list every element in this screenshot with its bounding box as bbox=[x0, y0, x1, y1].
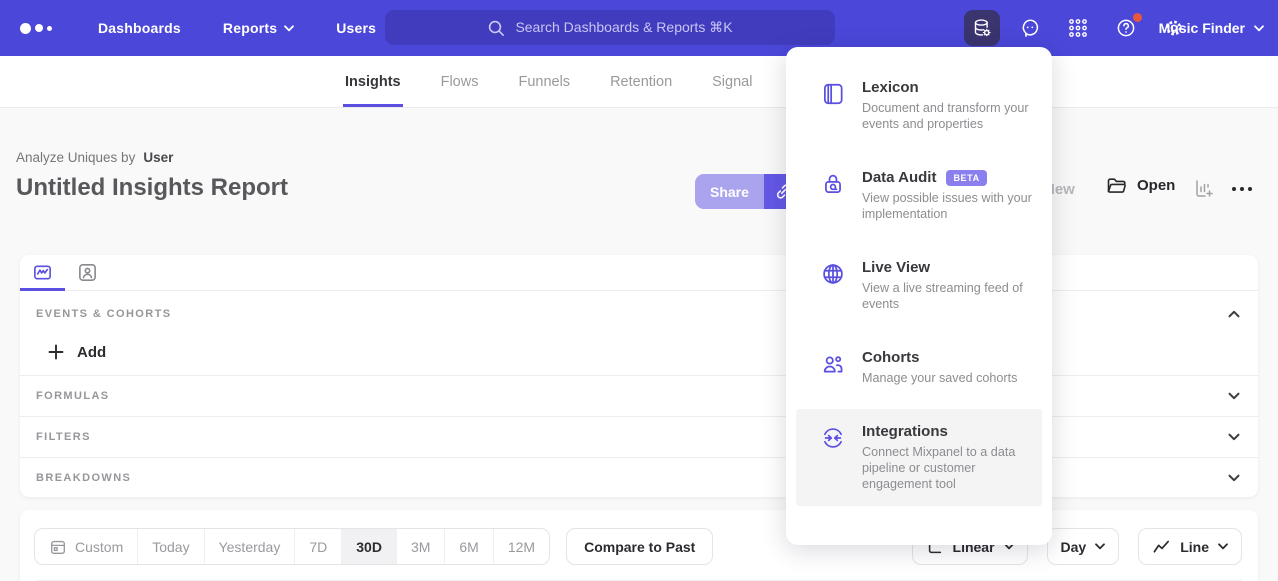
cohorts-people-icon bbox=[820, 349, 846, 386]
notification-dot bbox=[1133, 13, 1142, 22]
date-option-yesterday[interactable]: Yesterday bbox=[204, 529, 295, 564]
report-title[interactable]: Untitled Insights Report bbox=[16, 174, 288, 202]
chevron-down-icon bbox=[1228, 433, 1240, 441]
chart-add-icon bbox=[1194, 178, 1215, 199]
menu-item-text: Cohorts Manage your saved cohorts bbox=[862, 349, 1017, 386]
apps-grid-button[interactable] bbox=[1060, 10, 1096, 46]
date-range-segmented-control: Custom Today Yesterday 7D 30D 3M 6M 12M bbox=[34, 528, 550, 565]
chat-bubble-icon bbox=[1019, 17, 1041, 39]
menu-item-data-audit[interactable]: Data Audit BETA View possible issues wit… bbox=[796, 155, 1042, 236]
folder-icon bbox=[1106, 176, 1127, 195]
analyze-entity-selector[interactable]: User bbox=[143, 150, 173, 165]
section-formulas[interactable]: FORMULAS bbox=[20, 375, 1258, 416]
tab-retention[interactable]: Retention bbox=[610, 56, 672, 107]
globe-icon bbox=[820, 259, 846, 312]
beta-badge: BETA bbox=[946, 170, 986, 186]
menu-item-text: Data Audit BETA View possible issues wit… bbox=[862, 169, 1036, 222]
date-range-controls: Custom Today Yesterday 7D 30D 3M 6M 12M … bbox=[34, 528, 713, 565]
tab-events-view[interactable] bbox=[20, 255, 65, 290]
section-events-cohorts[interactable]: EVENTS & COHORTS bbox=[20, 299, 1258, 329]
chevron-down-icon bbox=[1218, 543, 1228, 550]
menu-item-text: Live View View a live streaming feed of … bbox=[862, 259, 1036, 312]
ellipsis-icon bbox=[1230, 185, 1254, 193]
menu-item-integrations[interactable]: Integrations Connect Mixpanel to a data … bbox=[796, 409, 1042, 506]
section-breakdowns[interactable]: BREAKDOWNS bbox=[20, 457, 1258, 498]
insights-chart-icon bbox=[32, 262, 53, 283]
calendar-icon bbox=[49, 538, 67, 556]
menu-item-cohorts[interactable]: Cohorts Manage your saved cohorts bbox=[796, 335, 1042, 400]
chevron-up-icon bbox=[1228, 310, 1240, 318]
tab-flows[interactable]: Flows bbox=[441, 56, 479, 107]
date-option-6m[interactable]: 6M bbox=[444, 529, 492, 564]
tab-users-view[interactable] bbox=[65, 255, 110, 290]
integrations-sync-icon bbox=[820, 423, 846, 492]
project-name: Music Finder bbox=[1159, 20, 1245, 36]
date-option-7d[interactable]: 7D bbox=[294, 529, 341, 564]
nav-users[interactable]: Users bbox=[336, 20, 376, 36]
feedback-button[interactable] bbox=[1012, 10, 1048, 46]
top-navigation-bar: Dashboards Reports Users Search Dashboar… bbox=[0, 0, 1278, 56]
query-builder-panel: EVENTS & COHORTS Add FORMULAS FILTERS BR… bbox=[20, 255, 1258, 497]
nav-reports[interactable]: Reports bbox=[223, 20, 294, 36]
share-button[interactable]: Share bbox=[695, 174, 764, 209]
chart-type-selector[interactable]: Line bbox=[1138, 528, 1242, 565]
top-nav: Dashboards Reports Users bbox=[98, 20, 376, 36]
compare-to-past-button[interactable]: Compare to Past bbox=[566, 528, 713, 565]
chevron-down-icon bbox=[284, 25, 294, 32]
search-input[interactable]: Search Dashboards & Reports ⌘K bbox=[385, 10, 835, 45]
chevron-down-icon bbox=[1254, 25, 1264, 32]
menu-item-text: Integrations Connect Mixpanel to a data … bbox=[862, 423, 1036, 492]
analyze-breadcrumb: Analyze Uniques by User bbox=[16, 150, 173, 165]
add-to-dashboard-button[interactable] bbox=[1194, 178, 1215, 199]
menu-item-text: Lexicon Document and transform your even… bbox=[862, 79, 1036, 132]
granularity-selector[interactable]: Day bbox=[1047, 528, 1120, 565]
date-option-today[interactable]: Today bbox=[137, 529, 203, 564]
data-tools-popover: Lexicon Document and transform your even… bbox=[786, 47, 1052, 545]
add-event-button[interactable]: Add bbox=[20, 329, 1258, 375]
report-type-tabs: Insights Flows Funnels Retention Signal … bbox=[0, 56, 1278, 108]
data-management-button[interactable] bbox=[964, 10, 1000, 46]
date-option-custom[interactable]: Custom bbox=[35, 529, 137, 564]
tab-signal[interactable]: Signal bbox=[712, 56, 752, 107]
user-profile-icon bbox=[77, 262, 98, 283]
menu-item-live-view[interactable]: Live View View a live streaming feed of … bbox=[796, 245, 1042, 326]
search-placeholder: Search Dashboards & Reports ⌘K bbox=[515, 19, 732, 36]
builder-view-tabs bbox=[20, 255, 1258, 291]
plus-icon bbox=[48, 344, 64, 360]
date-option-12m[interactable]: 12M bbox=[493, 529, 549, 564]
chevron-down-icon bbox=[1228, 474, 1240, 482]
more-actions-button[interactable] bbox=[1230, 185, 1254, 193]
menu-item-lexicon[interactable]: Lexicon Document and transform your even… bbox=[796, 65, 1042, 146]
section-filters[interactable]: FILTERS bbox=[20, 416, 1258, 457]
help-button[interactable] bbox=[1108, 10, 1144, 46]
open-report-button[interactable]: Open bbox=[1106, 176, 1175, 195]
date-option-30d[interactable]: 30D bbox=[341, 529, 396, 564]
date-option-3m[interactable]: 3M bbox=[396, 529, 444, 564]
chart-controls-panel: Custom Today Yesterday 7D 30D 3M 6M 12M … bbox=[20, 510, 1258, 581]
database-gear-icon bbox=[971, 17, 993, 39]
search-icon bbox=[487, 19, 505, 37]
mixpanel-logo[interactable] bbox=[20, 23, 66, 34]
tab-funnels[interactable]: Funnels bbox=[518, 56, 570, 107]
report-header: Analyze Uniques by User Untitled Insight… bbox=[0, 108, 1278, 255]
tab-insights[interactable]: Insights bbox=[345, 56, 401, 107]
data-audit-icon bbox=[820, 169, 846, 222]
grid-icon bbox=[1067, 17, 1089, 39]
chevron-down-icon bbox=[1228, 392, 1240, 400]
project-selector[interactable]: Music Finder bbox=[1159, 0, 1264, 56]
lexicon-icon bbox=[820, 79, 846, 132]
nav-dashboards[interactable]: Dashboards bbox=[98, 20, 181, 36]
line-chart-icon bbox=[1152, 537, 1171, 556]
analyze-label: Analyze Uniques by bbox=[16, 150, 135, 165]
chevron-down-icon bbox=[1095, 543, 1105, 550]
